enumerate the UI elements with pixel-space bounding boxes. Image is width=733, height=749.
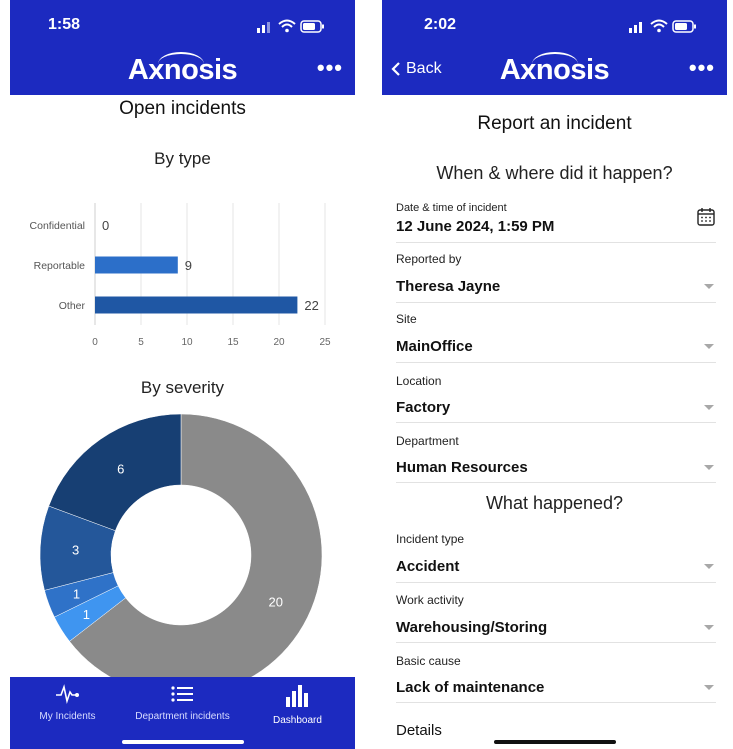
field-value: MainOffice: [396, 338, 473, 355]
battery-icon: [672, 20, 696, 33]
category-label: Other: [59, 300, 86, 312]
tab-dashboard[interactable]: Dashboard: [240, 677, 355, 749]
pulse-icon: [56, 684, 80, 705]
x-tick-label: 20: [273, 337, 285, 348]
tab-my-incidents[interactable]: My Incidents: [10, 677, 125, 749]
field-label: Reported by: [396, 252, 462, 266]
donut-slice: [48, 413, 182, 532]
field-label: Work activity: [396, 593, 464, 607]
app-header: 1:58 Axnosis •••: [10, 0, 355, 95]
signal-icon: [629, 22, 642, 33]
chevron-down-icon: [704, 284, 714, 289]
category-label: Reportable: [34, 260, 86, 272]
x-tick-label: 5: [138, 337, 144, 348]
field-label: Site: [396, 312, 417, 326]
section-title-what-happened: What happened?: [485, 493, 624, 513]
page-title: Report an incident: [477, 113, 632, 134]
status-time: 1:58: [48, 16, 81, 33]
field-label: Date & time of incident: [396, 202, 507, 214]
slice-label: 1: [83, 607, 90, 622]
page-title: Open incidents: [119, 98, 246, 119]
field-label: Incident type: [396, 532, 465, 546]
x-tick-label: 15: [227, 337, 239, 348]
field-label: Basic cause: [396, 654, 461, 668]
more-options-icon[interactable]: •••: [317, 57, 343, 79]
x-tick-label: 10: [181, 337, 193, 348]
value-label: 9: [185, 258, 192, 273]
by-type-title: By type: [154, 149, 211, 168]
site-select[interactable]: Site MainOffice: [396, 302, 716, 363]
by-type-bar-chart: 0 5 10 15 20 25 Confidential 0 Reportable 9 Other 2…: [30, 203, 331, 348]
home-indicator: [121, 740, 244, 744]
field-value: Accident: [396, 558, 460, 575]
list-icon: [171, 686, 194, 702]
slice-label: 1: [73, 587, 80, 602]
category-label: Confidential: [30, 220, 85, 232]
dashboard-screen: 1:58 Axnosis ••• Open incidents By type …: [10, 0, 355, 749]
status-time: 2:02: [424, 16, 457, 33]
chevron-down-icon: [704, 405, 714, 410]
field-label: Department: [396, 434, 459, 448]
field-value: 12 June 2024, 1:59 PM: [396, 218, 555, 235]
field-label: Location: [396, 374, 442, 388]
by-severity-donut-chart: 20 11 3 6: [39, 413, 323, 690]
slice-label: 20: [268, 594, 282, 609]
x-tick-label: 25: [319, 337, 331, 348]
tab-label: My Incidents: [39, 711, 96, 722]
home-indicator: [493, 740, 616, 744]
tab-label: Department incidents: [135, 711, 230, 722]
field-value: Factory: [396, 399, 451, 416]
wifi-icon: [278, 19, 296, 33]
field-value: Warehousing/Storing: [396, 619, 548, 636]
field-value: Lack of maintenance: [396, 679, 545, 696]
value-label: 0: [102, 218, 109, 233]
chevron-down-icon: [704, 625, 714, 630]
field-value: Theresa Jayne: [396, 278, 501, 295]
department-select[interactable]: Department Human Resources: [396, 422, 716, 483]
tab-department-incidents[interactable]: Department incidents: [125, 677, 240, 749]
bar: [95, 256, 178, 274]
brand-logo: Axnosis: [127, 54, 238, 86]
incident-type-select[interactable]: Incident type Accident: [396, 522, 716, 583]
chevron-down-icon: [704, 564, 714, 569]
incident-datetime-field[interactable]: Date & time of incident 12 June 2024, 1:…: [396, 198, 716, 243]
by-severity-title: By severity: [140, 378, 225, 397]
x-tick-label: 0: [92, 337, 98, 348]
value-label: 22: [304, 298, 318, 313]
app-header: 2:02 Back Axnosis •••: [382, 0, 727, 95]
reported-by-select[interactable]: Reported by Theresa Jayne: [396, 242, 716, 303]
chevron-down-icon: [704, 685, 714, 690]
basic-cause-select[interactable]: Basic cause Lack of maintenance: [396, 642, 716, 703]
section-title-when-where: When & where did it happen?: [436, 163, 673, 183]
location-select[interactable]: Location Factory: [396, 362, 716, 423]
bottom-tab-bar: My Incidents Department incidents Dashbo…: [10, 677, 355, 749]
chevron-down-icon: [704, 465, 714, 470]
calendar-icon[interactable]: [696, 207, 716, 227]
details-label: Details: [396, 722, 442, 739]
report-incident-screen: 2:02 Back Axnosis ••• Report an incident…: [382, 0, 727, 749]
brand-logo: Axnosis: [499, 54, 610, 86]
bar: [95, 296, 298, 314]
battery-icon: [300, 20, 324, 33]
bar-chart-icon: [286, 685, 309, 707]
chevron-down-icon: [704, 344, 714, 349]
work-activity-select[interactable]: Work activity Warehousing/Storing: [396, 582, 716, 643]
slice-label: 6: [117, 461, 124, 476]
status-icons: [629, 19, 696, 33]
slice-label: 3: [72, 543, 79, 558]
more-options-icon[interactable]: •••: [689, 57, 715, 79]
tab-label: Dashboard: [273, 715, 322, 726]
status-icons: [257, 19, 324, 33]
wifi-icon: [650, 19, 668, 33]
signal-icon: [257, 22, 270, 33]
field-value: Human Resources: [396, 459, 528, 476]
